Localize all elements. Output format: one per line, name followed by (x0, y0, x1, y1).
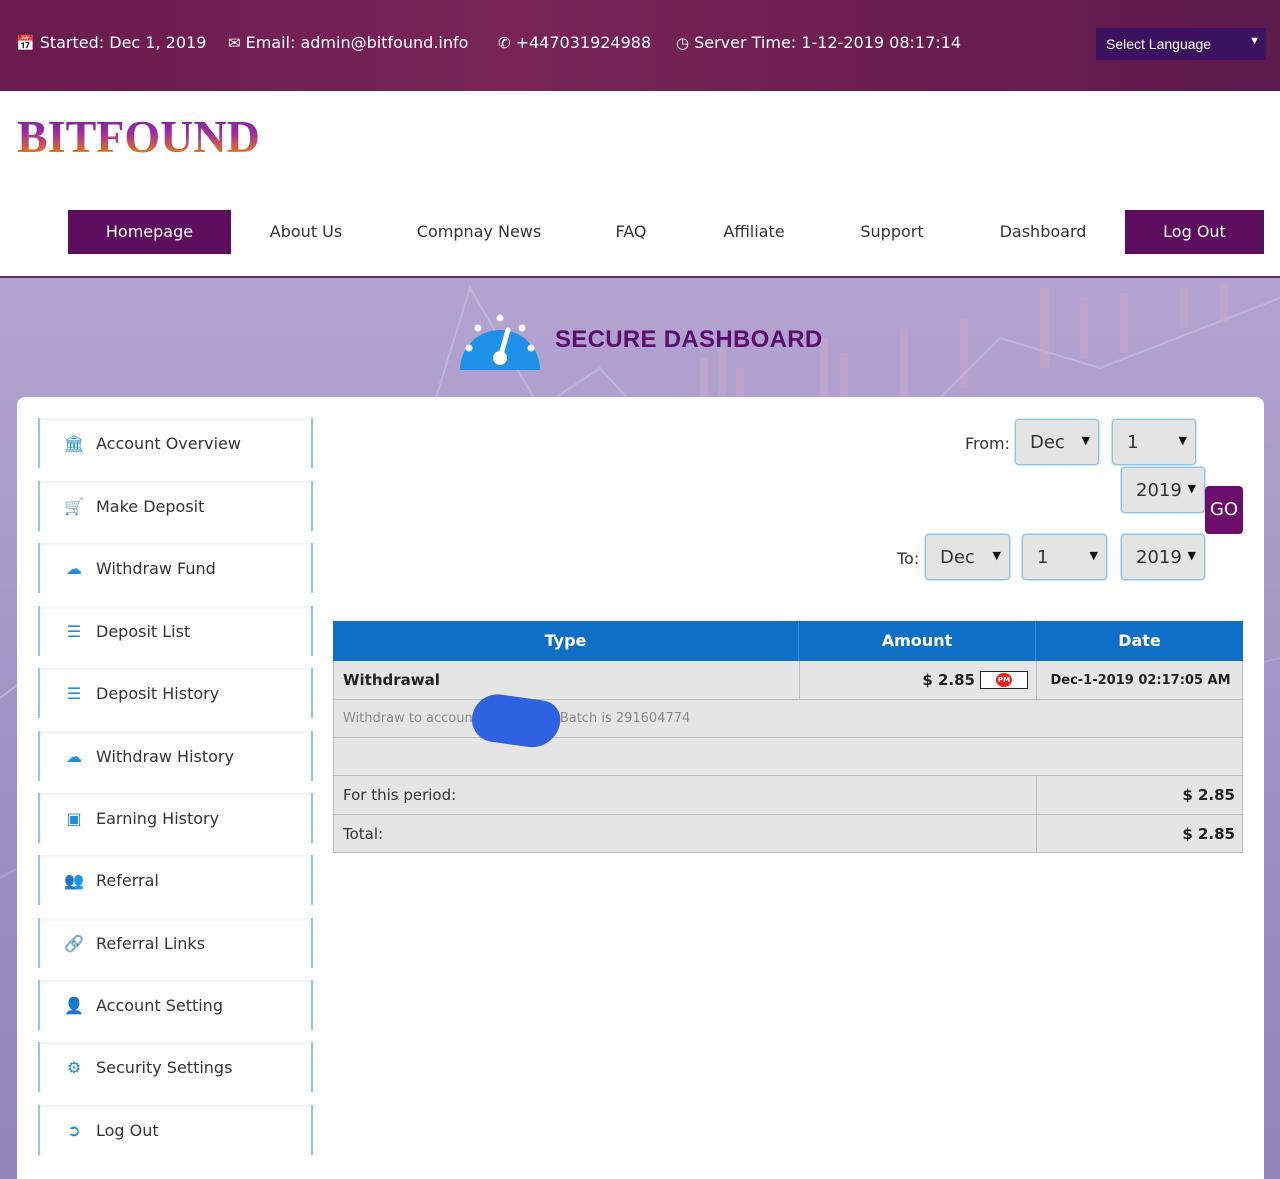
sidebar-item-make-deposit[interactable]: 🛒 Make Deposit (38, 481, 313, 531)
speedometer-icon (460, 314, 540, 370)
period-label: For this period: (334, 776, 1037, 814)
nav-faq[interactable]: FAQ (603, 210, 659, 254)
go-button[interactable]: GO (1205, 486, 1243, 534)
top-info-bar: 📅 Started: Dec 1, 2019 ✉ Email: admin@bi… (0, 0, 1280, 91)
description-row: Withdraw to account Batch is 291604774 (333, 700, 1243, 738)
phone-icon: ✆ (498, 33, 511, 52)
chevron-down-icon: ▼ (1089, 549, 1098, 562)
nav-about-us[interactable]: About Us (258, 210, 354, 254)
cloud-upload-icon: ☁ (66, 746, 82, 766)
total-value: $ 2.85 (1182, 824, 1235, 843)
sidebar-item-withdraw-history[interactable]: ☁ Withdraw History (38, 731, 313, 781)
nav-company-news[interactable]: Compnay News (406, 210, 552, 254)
column-header-type: Type (333, 621, 799, 661)
period-row: For this period: $ 2.85 (333, 776, 1243, 815)
sign-out-icon: ➲ (67, 1120, 81, 1140)
server-icon: ☰ (66, 683, 82, 703)
to-label: To: (897, 549, 920, 568)
sidebar-item-referral[interactable]: 👥 Referral (38, 855, 313, 905)
link-icon: 🔗 (64, 933, 84, 953)
row-description: Withdraw to account Batch is 291604774 (343, 711, 691, 726)
from-label: From: (965, 434, 1011, 453)
sidebar-item-account-setting[interactable]: 👤 Account Setting (38, 980, 313, 1030)
row-type: Withdrawal (334, 661, 800, 699)
cogs-icon: ⚙ (66, 1057, 82, 1077)
chevron-down-icon: ▼ (1187, 482, 1196, 495)
credit-card-icon: ▣ (66, 808, 82, 828)
nav-support[interactable]: Support (848, 210, 936, 254)
perfect-money-icon: PM (980, 671, 1028, 689)
table-header: Type Amount Date (333, 621, 1243, 661)
sidebar-item-security-settings[interactable]: ⚙ Security Settings (38, 1042, 313, 1092)
total-label: Total: (334, 815, 1037, 852)
sidebar-item-logout[interactable]: ➲ Log Out (38, 1105, 313, 1155)
chevron-down-icon: ▼ (1081, 434, 1090, 447)
nav-dashboard[interactable]: Dashboard (988, 210, 1098, 254)
table-row: Withdrawal $ 2.85 PM Dec-1-2019 02:17:05… (333, 661, 1243, 700)
chevron-down-icon: ▼ (992, 549, 1001, 562)
language-select[interactable]: Select Language ▼ (1096, 28, 1266, 60)
chevron-down-icon: ▼ (1187, 549, 1196, 562)
empty-row (333, 738, 1243, 776)
to-day-select[interactable]: 1 ▼ (1022, 534, 1107, 580)
envelope-icon: ✉ (228, 33, 241, 52)
email-info: ✉ Email: admin@bitfound.info (228, 33, 469, 52)
main-nav: Homepage About Us Compnay News FAQ Affil… (0, 210, 1280, 254)
site-logo[interactable]: BITFOUND (17, 110, 260, 163)
started-info: 📅 Started: Dec 1, 2019 (16, 33, 207, 52)
sidebar-item-account-overview[interactable]: 🏛 Account Overview (38, 418, 313, 468)
cart-icon: 🛒 (64, 496, 84, 516)
row-amount: $ 2.85 PM (800, 661, 1037, 699)
row-date: Dec-1-2019 02:17:05 AM (1050, 672, 1231, 688)
sidebar-item-referral-links[interactable]: 🔗 Referral Links (38, 918, 313, 968)
chevron-down-icon: ▼ (1178, 434, 1187, 447)
clock-icon: ◷ (676, 33, 690, 52)
calendar-check-icon: 📅 (16, 33, 35, 52)
from-year-select[interactable]: 2019 ▼ (1121, 467, 1205, 513)
nav-homepage[interactable]: Homepage (68, 210, 231, 254)
chevron-down-icon: ▼ (1249, 35, 1260, 47)
from-day-select[interactable]: 1 ▼ (1112, 419, 1196, 465)
server-icon: ☰ (66, 621, 82, 641)
period-value: $ 2.85 (1182, 786, 1235, 804)
bank-icon: 🏛 (63, 433, 85, 453)
phone-info: ✆ +447031924988 (498, 33, 652, 52)
nav-affiliate[interactable]: Affiliate (712, 210, 796, 254)
to-year-select[interactable]: 2019 ▼ (1121, 534, 1205, 580)
to-month-select[interactable]: Dec ▼ (925, 534, 1010, 580)
column-header-amount: Amount (799, 621, 1036, 661)
sidebar-item-deposit-list[interactable]: ☰ Deposit List (38, 606, 313, 656)
nav-logout[interactable]: Log Out (1125, 210, 1264, 254)
page-title: SECURE DASHBOARD (555, 326, 823, 353)
cloud-upload-icon: ☁ (66, 558, 82, 578)
user-plus-icon: 👤 (64, 995, 84, 1015)
server-time-info: ◷ Server Time: 1-12-2019 08:17:14 (676, 33, 962, 52)
column-header-date: Date (1118, 631, 1161, 650)
from-month-select[interactable]: Dec ▼ (1015, 419, 1099, 465)
sidebar-item-deposit-history[interactable]: ☰ Deposit History (38, 668, 313, 718)
users-icon: 👥 (64, 870, 84, 890)
total-row: Total: $ 2.85 (333, 815, 1243, 853)
sidebar-item-withdraw-fund[interactable]: ☁ Withdraw Fund (38, 543, 313, 593)
sidebar-item-earning-history[interactable]: ▣ Earning History (38, 793, 313, 843)
